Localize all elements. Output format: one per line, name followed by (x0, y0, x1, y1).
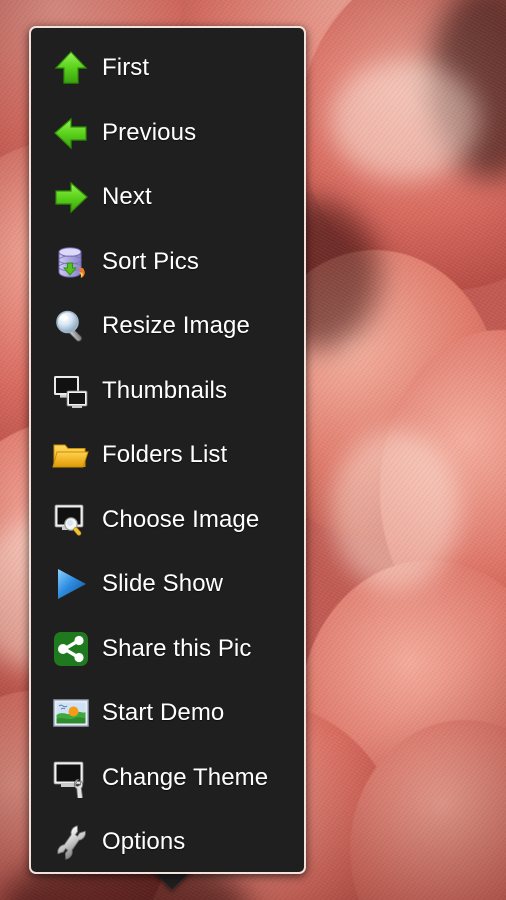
arrow-up-green-icon (48, 45, 94, 91)
menu-item-label: Previous (102, 118, 197, 146)
menu-item-options[interactable]: Options (31, 810, 304, 872)
menu-item-label: Choose Image (102, 505, 260, 533)
menu-item-label: Folders List (102, 441, 228, 469)
menu-item-choose-image[interactable]: Choose Image (31, 488, 304, 553)
menu-item-previous[interactable]: Previous (31, 101, 304, 166)
menu-item-label: Change Theme (102, 763, 269, 791)
menu-item-label: First (102, 54, 150, 82)
menu-item-label: Start Demo (102, 699, 225, 727)
menu-item-label: Resize Image (102, 312, 250, 340)
arrow-right-green-icon (48, 174, 94, 220)
menu-item-folders-list[interactable]: Folders List (31, 423, 304, 488)
menu-item-resize-image[interactable]: Resize Image (31, 294, 304, 359)
menu-item-label: Share this Pic (102, 634, 252, 662)
database-sort-icon (48, 239, 94, 285)
wrench-icon (48, 819, 94, 865)
screen: First Previous Next Sort Pics Resize Ima… (0, 0, 506, 900)
context-menu: First Previous Next Sort Pics Resize Ima… (29, 26, 306, 874)
menu-item-label: Options (102, 828, 186, 856)
monitor-wrench-icon (48, 755, 94, 801)
two-monitors-icon (48, 368, 94, 414)
menu-item-next[interactable]: Next (31, 165, 304, 230)
folder-open-yellow-icon (48, 432, 94, 478)
menu-item-thumbnails[interactable]: Thumbnails (31, 359, 304, 424)
menu-item-label: Sort Pics (102, 247, 199, 275)
play-triangle-blue-icon (48, 561, 94, 607)
menu-item-label: Next (102, 183, 152, 211)
menu-item-sort-pics[interactable]: Sort Pics (31, 230, 304, 295)
menu-item-change-theme[interactable]: Change Theme (31, 746, 304, 811)
menu-item-first[interactable]: First (31, 36, 304, 101)
magnifier-icon (48, 303, 94, 349)
menu-item-label: Thumbnails (102, 376, 228, 404)
arrow-left-green-icon (48, 110, 94, 156)
menu-item-start-demo[interactable]: Start Demo (31, 681, 304, 746)
menu-item-share-this-pic[interactable]: Share this Pic (31, 617, 304, 682)
menu-item-label: Slide Show (102, 570, 224, 598)
landscape-picture-icon (48, 690, 94, 736)
share-nodes-icon (48, 626, 94, 672)
menu-item-slide-show[interactable]: Slide Show (31, 552, 304, 617)
monitor-search-icon (48, 497, 94, 543)
